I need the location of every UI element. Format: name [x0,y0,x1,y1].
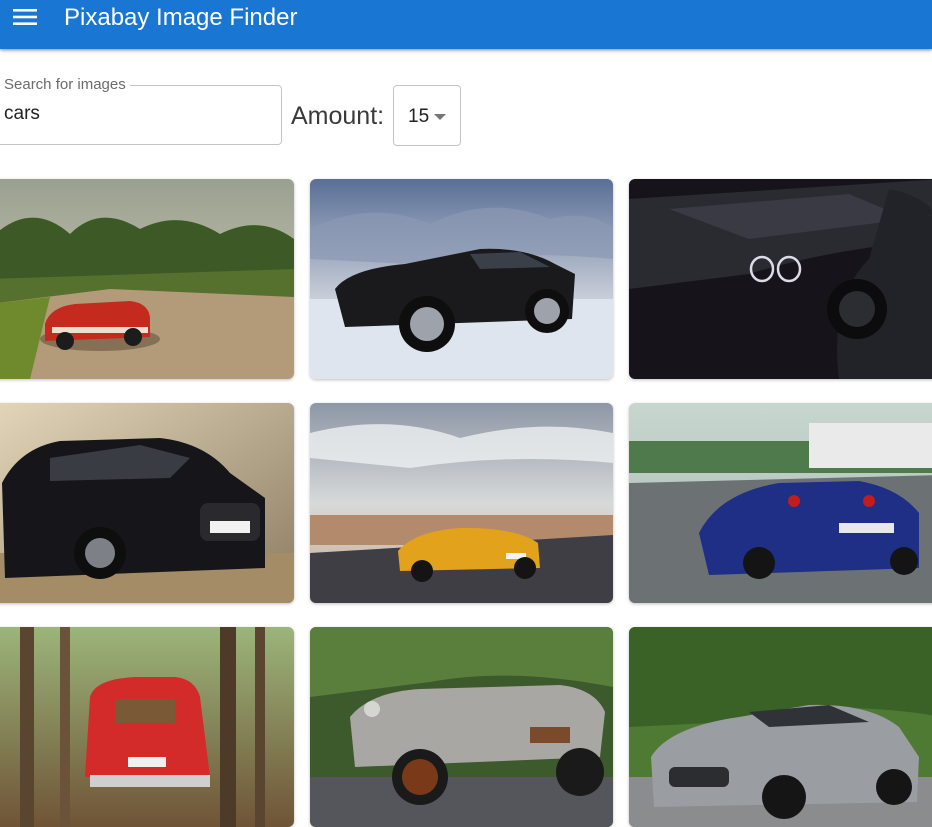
app-title: Pixabay Image Finder [64,4,298,31]
image-card-black-mustang[interactable] [310,179,613,379]
menu-button[interactable] [8,2,42,32]
black-audi-photo [0,403,294,603]
red-convertible-photo [0,179,294,379]
image-card-black-audi[interactable] [0,403,294,603]
orange-lamborghini-photo [310,403,613,603]
image-card-silver-classic-roadster[interactable] [310,627,613,827]
image-card-silver-mercedes-amg[interactable] [629,627,932,827]
dark-sports-car-photo [629,179,932,379]
hamburger-menu-icon [13,9,37,25]
image-card-dark-sports-car[interactable] [629,179,932,379]
image-card-orange-lamborghini[interactable] [310,403,613,603]
image-card-red-vintage-convertible[interactable] [0,179,294,379]
image-card-blue-ferrari[interactable] [629,403,932,603]
silver-roadster-photo [310,627,613,827]
app-bar: Pixabay Image Finder [0,0,932,49]
image-card-red-fiat[interactable] [0,627,294,827]
red-fiat-photo [0,627,294,827]
black-mustang-photo [310,179,613,379]
image-grid [0,0,932,827]
blue-ferrari-photo [629,403,932,603]
silver-mercedes-photo [629,627,932,827]
